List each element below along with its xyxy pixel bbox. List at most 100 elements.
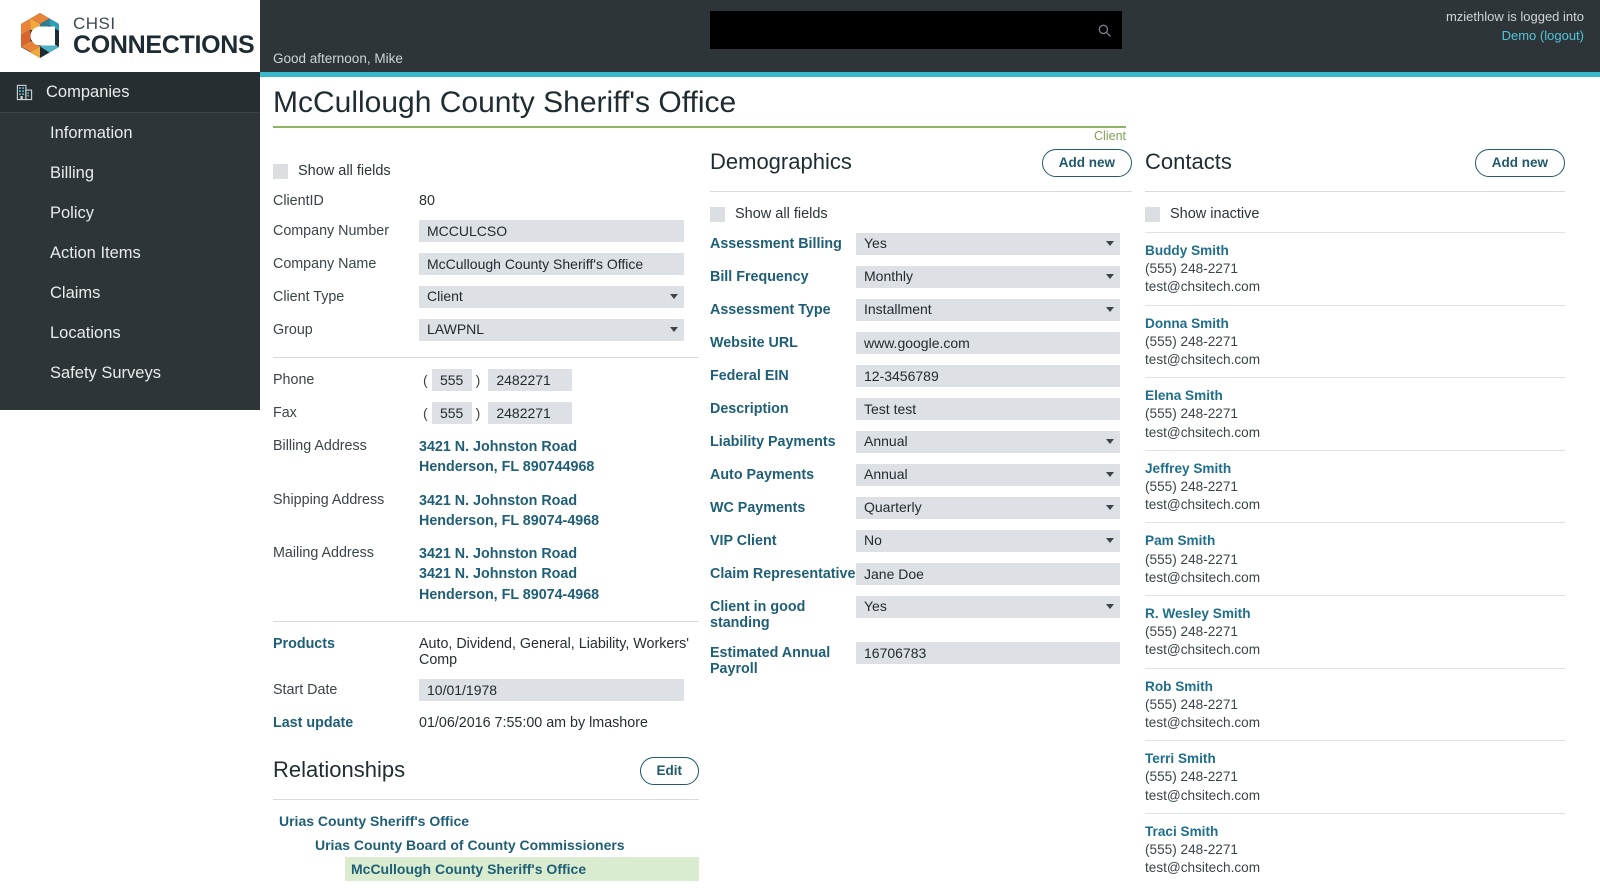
company-name-input[interactable] bbox=[419, 253, 684, 275]
contact-item[interactable]: Pam Smith (555) 248-2271 test@chsitech.com bbox=[1145, 522, 1565, 595]
group-select[interactable]: LAWPNL bbox=[419, 319, 684, 341]
contact-email: test@chsitech.com bbox=[1145, 860, 1261, 876]
phone-number-input[interactable] bbox=[488, 369, 573, 391]
contact-item[interactable]: Rob Smith (555) 248-2271 test@chsitech.com bbox=[1145, 667, 1565, 741]
show-all-fields-row[interactable]: Show all fields bbox=[273, 163, 699, 179]
search-input[interactable] bbox=[711, 12, 1087, 48]
divider bbox=[273, 357, 699, 358]
demographics-select[interactable]: Quarterly bbox=[856, 497, 1120, 519]
demographics-add-new-button[interactable]: Add new bbox=[1041, 149, 1132, 177]
demographics-input[interactable] bbox=[856, 365, 1120, 387]
field-label: Liability Payments bbox=[710, 434, 836, 450]
sidebar-item-companies[interactable]: Companies bbox=[0, 72, 260, 113]
contact-name[interactable]: Elena Smith bbox=[1145, 387, 1565, 405]
billing-address-link[interactable]: 3421 N. Johnston Road Henderson, FL 8907… bbox=[419, 435, 594, 478]
show-inactive-checkbox[interactable] bbox=[1145, 206, 1160, 222]
show-all-fields-checkbox[interactable] bbox=[710, 206, 725, 222]
demographics-input[interactable] bbox=[856, 563, 1120, 585]
contact-item[interactable]: Buddy Smith (555) 248-2271 test@chsitech.c… bbox=[1145, 232, 1565, 305]
contact-item[interactable]: Elena Smith (555) 248-2271 test@chsitech.c… bbox=[1145, 377, 1565, 450]
address-line: 3421 N. Johnston Road bbox=[419, 546, 578, 563]
sidebar-item-billing[interactable]: Billing bbox=[0, 153, 260, 193]
demographics-show-all-fields-row[interactable]: Show all fields bbox=[710, 206, 1132, 222]
show-all-fields-checkbox[interactable] bbox=[273, 163, 288, 179]
mailing-address-link[interactable]: 3421 N. Johnston Road 3421 N. Johnston R… bbox=[419, 542, 599, 605]
contact-email: test@chsitech.com bbox=[1145, 279, 1261, 295]
search-button[interactable] bbox=[1087, 12, 1121, 48]
field-label: WC Payments bbox=[710, 500, 806, 516]
contact-phone: (555) 248-2271 bbox=[1145, 624, 1238, 640]
contacts-panel: Contacts Add new Show inactive Buddy Smi… bbox=[1145, 149, 1565, 885]
shipping-address-link[interactable]: 3421 N. Johnston Road Henderson, FL 8907… bbox=[419, 489, 599, 532]
demographics-field-row: Bill Frequency Monthly bbox=[710, 266, 1132, 288]
start-date-input[interactable] bbox=[419, 679, 684, 702]
sidebar-item-locations[interactable]: Locations bbox=[0, 313, 260, 353]
field-label: Products bbox=[273, 636, 335, 653]
contact-item[interactable]: Jeffrey Smith (555) 248-2271 test@chsitech… bbox=[1145, 449, 1565, 523]
sidebar-item-action-items[interactable]: Action Items bbox=[0, 233, 260, 273]
field-group: Group LAWPNL bbox=[273, 319, 699, 341]
demographics-input[interactable] bbox=[856, 642, 1120, 664]
sidebar-item-label: Action Items bbox=[50, 243, 141, 262]
relationship-node[interactable]: Urias County Sheriff's Office bbox=[273, 809, 699, 833]
contact-item[interactable]: Terri Smith (555) 248-2271 test@chsitech.c… bbox=[1145, 740, 1565, 813]
contact-name[interactable]: Buddy Smith bbox=[1145, 242, 1565, 260]
global-search[interactable] bbox=[710, 11, 1122, 49]
contact-name[interactable]: Terri Smith bbox=[1145, 750, 1565, 768]
demographics-select[interactable]: No bbox=[856, 530, 1120, 552]
field-last-update: Last update 01/06/2016 7:55:00 am by lma… bbox=[273, 712, 699, 731]
sidebar-item-label: Claims bbox=[50, 283, 101, 302]
show-all-fields-label: Show all fields bbox=[735, 206, 828, 222]
brand-logo[interactable]: CHSI CONNECTIONS bbox=[0, 0, 260, 72]
field-label: Client Type bbox=[273, 289, 345, 305]
relationship-node[interactable]: Urias County Board of County Commissione… bbox=[309, 833, 699, 857]
paren-close: ) bbox=[475, 372, 481, 388]
contact-item[interactable]: R. Wesley Smith (555) 248-2271 test@chsite… bbox=[1145, 595, 1565, 668]
building-icon bbox=[16, 83, 42, 101]
last-update-value: 01/06/2016 7:55:00 am by lmashore bbox=[419, 715, 648, 732]
demographics-input[interactable] bbox=[856, 332, 1120, 354]
contact-item[interactable]: Donna Smith (555) 248-2271 test@chsitech.c… bbox=[1145, 304, 1565, 378]
company-number-input[interactable] bbox=[419, 220, 684, 242]
fax-area-input[interactable] bbox=[431, 402, 472, 424]
demographics-select[interactable]: Annual bbox=[856, 464, 1120, 486]
field-label: Auto Payments bbox=[710, 467, 815, 483]
address-line: 3421 N. Johnston Road bbox=[419, 566, 578, 583]
relationship-node-selected[interactable]: McCullough County Sheriff's Office bbox=[345, 857, 699, 882]
field-phone: Phone ( ) bbox=[273, 369, 699, 391]
contact-name[interactable]: Pam Smith bbox=[1145, 532, 1565, 550]
field-label: Fax bbox=[273, 405, 297, 421]
demographics-select[interactable]: Installment bbox=[856, 299, 1120, 321]
demographics-select[interactable]: Annual bbox=[856, 431, 1120, 453]
field-label: Company Number bbox=[273, 223, 390, 239]
relationships-edit-button[interactable]: Edit bbox=[639, 757, 699, 785]
field-label: Federal EIN bbox=[710, 368, 789, 384]
contact-name[interactable]: R. Wesley Smith bbox=[1145, 605, 1565, 623]
sidebar-item-policy[interactable]: Policy bbox=[0, 193, 260, 233]
relationships-title: Relationships bbox=[273, 757, 406, 783]
login-org-link[interactable]: Demo bbox=[1502, 28, 1537, 43]
paren-open: ( bbox=[423, 405, 428, 421]
field-clientid: ClientID 80 bbox=[273, 190, 699, 209]
fax-number-input[interactable] bbox=[488, 402, 573, 424]
contact-name[interactable]: Jeffrey Smith bbox=[1145, 460, 1565, 478]
client-type-select[interactable]: Client bbox=[419, 286, 684, 308]
show-inactive-row[interactable]: Show inactive bbox=[1145, 206, 1565, 222]
sidebar-item-safety-surveys[interactable]: Safety Surveys bbox=[0, 353, 260, 393]
address-line: 3421 N. Johnston Road bbox=[419, 439, 578, 455]
demographics-input[interactable] bbox=[856, 398, 1120, 420]
contact-name[interactable]: Rob Smith bbox=[1145, 678, 1565, 696]
contact-name[interactable]: Traci Smith bbox=[1145, 823, 1565, 841]
sidebar-item-information[interactable]: Information bbox=[0, 113, 260, 153]
contact-name[interactable]: Donna Smith bbox=[1145, 315, 1565, 333]
logout-link[interactable]: (logout) bbox=[1540, 28, 1584, 43]
field-value: 80 bbox=[419, 193, 435, 209]
demographics-field-row: VIP Client No bbox=[710, 530, 1132, 552]
sidebar-item-claims[interactable]: Claims bbox=[0, 273, 260, 313]
phone-area-input[interactable] bbox=[431, 369, 472, 391]
demographics-select[interactable]: Yes bbox=[856, 596, 1120, 618]
contact-item[interactable]: Traci Smith (555) 248-2271 test@chsitech.c… bbox=[1145, 812, 1565, 886]
demographics-select[interactable]: Yes bbox=[856, 233, 1120, 255]
demographics-select[interactable]: Monthly bbox=[856, 266, 1120, 288]
contacts-add-new-button[interactable]: Add new bbox=[1474, 149, 1565, 177]
